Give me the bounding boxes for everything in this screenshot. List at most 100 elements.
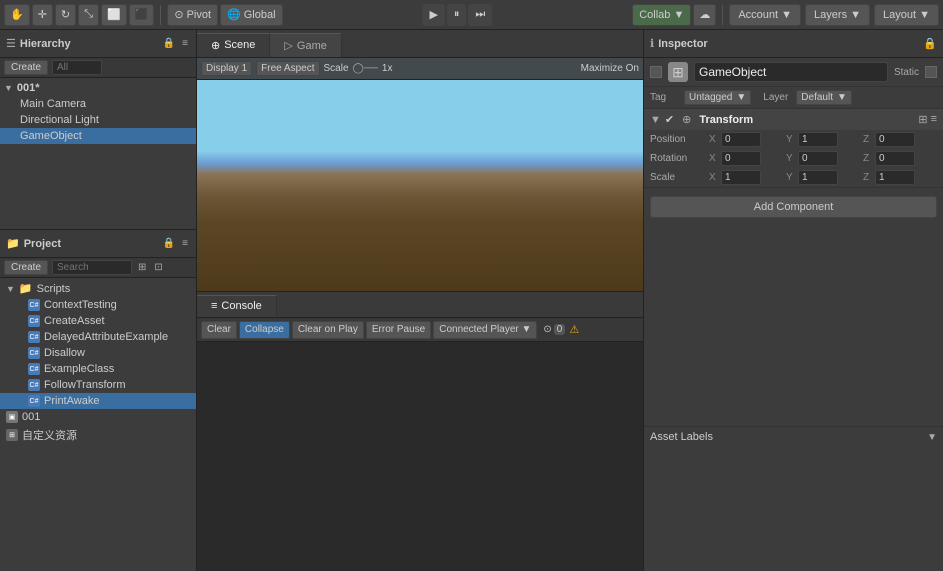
position-z-input[interactable]: [875, 132, 915, 147]
scale-x-input[interactable]: [721, 170, 761, 185]
layout-label: Layout ▼: [883, 9, 930, 21]
hand-tool-button[interactable]: ✋: [4, 4, 30, 26]
inspector-lock-icon: 🔒: [923, 37, 937, 50]
tab-game[interactable]: ▷ Game: [270, 33, 341, 57]
project-item-001[interactable]: ▣ 001: [0, 409, 196, 425]
scale-label: Scale: [650, 172, 705, 183]
transform-settings-icon[interactable]: ⊞: [918, 113, 927, 126]
hierarchy-item-main-camera[interactable]: Main Camera: [0, 96, 196, 112]
static-checkbox[interactable]: [925, 66, 937, 78]
project-lock-button[interactable]: 🔒: [161, 237, 177, 250]
console-clear-on-play-button[interactable]: Clear on Play: [292, 321, 364, 339]
tab-console[interactable]: ≡ Console: [197, 295, 277, 317]
scale-z-input[interactable]: [875, 170, 915, 185]
position-x-input[interactable]: [721, 132, 761, 147]
collab-button[interactable]: Collab ▼: [632, 4, 691, 26]
project-item-custom-asset[interactable]: ⊞ 自定义资源: [0, 425, 196, 445]
project-item-print-awake[interactable]: C# PrintAwake: [0, 393, 196, 409]
scene-view-toolbar: Display 1 Free Aspect Scale ◯── 1x Maxim…: [197, 58, 643, 80]
cloud-button[interactable]: ☁: [693, 4, 716, 26]
hierarchy-item-gameobject[interactable]: GameObject: [0, 128, 196, 144]
display-dropdown[interactable]: Display 1: [201, 61, 252, 76]
rotation-inputs: X Y Z: [709, 151, 937, 166]
console-tabs: ≡ Console: [197, 292, 643, 318]
project-title: Project: [24, 238, 61, 250]
hierarchy-create-label: Create: [11, 62, 41, 73]
gameobject-active-checkbox[interactable]: [650, 66, 662, 78]
rect-tool-button[interactable]: ⬜: [101, 4, 127, 26]
scale-x-label: X: [709, 172, 719, 183]
create-asset-label: CreateAsset: [44, 315, 105, 327]
transform-header[interactable]: ▼ ✔ ⊕ Transform ⊞ ≡: [644, 109, 943, 130]
display-label: Display 1: [206, 63, 247, 74]
play-button[interactable]: ▶: [422, 4, 444, 26]
layers-button[interactable]: Layers ▼: [805, 4, 870, 26]
console-error-pause-button[interactable]: Error Pause: [366, 321, 431, 339]
gameobject-label: GameObject: [20, 130, 82, 142]
hierarchy-search-input[interactable]: [52, 60, 102, 75]
aspect-dropdown[interactable]: Free Aspect: [256, 61, 319, 76]
account-button[interactable]: Account ▼: [729, 4, 801, 26]
scene-tab-icon: ⊕: [211, 39, 220, 52]
project-menu-button[interactable]: ≡: [180, 237, 190, 250]
project-item-delayed[interactable]: C# DelayedAttributeExample: [0, 329, 196, 345]
inspector-title: Inspector: [658, 38, 708, 50]
transform-icon: ⊕: [682, 113, 691, 126]
project-item-follow-transform[interactable]: C# FollowTransform: [0, 377, 196, 393]
rotation-z-input[interactable]: [875, 151, 915, 166]
project-item-create-asset[interactable]: C# CreateAsset: [0, 313, 196, 329]
transform-component-icons: ⊞ ≡: [918, 113, 937, 126]
project-create-button[interactable]: Create: [4, 260, 48, 275]
rotate-tool-button[interactable]: ↻: [55, 4, 76, 26]
scale-y-group: Y: [786, 170, 860, 185]
hierarchy-scene-root[interactable]: ▼ 001*: [0, 80, 196, 96]
transform-copy-icon[interactable]: ≡: [931, 113, 937, 126]
hierarchy-menu-button[interactable]: ≡: [180, 37, 190, 50]
tag-dropdown-arrow: ▼: [736, 92, 746, 103]
project-item-disallow[interactable]: C# Disallow: [0, 345, 196, 361]
position-y-label: Y: [786, 134, 796, 145]
hierarchy-create-button[interactable]: Create: [4, 60, 48, 75]
console-toolbar: Clear Collapse Clear on Play Error Pause…: [197, 318, 643, 342]
scale-y-input[interactable]: [798, 170, 838, 185]
pivot-button[interactable]: ⊙ Pivot: [167, 4, 218, 26]
step-button[interactable]: ⏭: [468, 4, 492, 26]
add-component-button[interactable]: Add Component: [650, 196, 937, 218]
project-panel: 📁 Project 🔒 ≡ Create ⊞ ⊡ ▼ 📁: [0, 230, 196, 571]
static-label: Static: [894, 67, 919, 78]
pause-button[interactable]: ⏸: [447, 4, 467, 26]
scale-z-group: Z: [863, 170, 937, 185]
tab-scene[interactable]: ⊕ Scene: [197, 33, 270, 57]
project-filter-button[interactable]: ⊡: [152, 261, 164, 274]
layer-dropdown[interactable]: Default ▼: [796, 90, 852, 105]
rotation-y-input[interactable]: [798, 151, 838, 166]
project-item-scripts[interactable]: ▼ 📁 Scripts: [0, 280, 196, 297]
project-item-example-class[interactable]: C# ExampleClass: [0, 361, 196, 377]
layout-button[interactable]: Layout ▼: [874, 4, 939, 26]
custom-asset-label: 自定义资源: [22, 427, 77, 443]
count-value: 0: [554, 324, 566, 335]
hierarchy-lock-button[interactable]: 🔒: [161, 37, 177, 50]
tag-dropdown[interactable]: Untagged ▼: [684, 90, 751, 105]
position-x-group: X: [709, 132, 783, 147]
console-clear-button[interactable]: Clear: [201, 321, 237, 339]
transform-tool-button[interactable]: ⬛: [129, 4, 155, 26]
rotation-x-input[interactable]: [721, 151, 761, 166]
rotation-y-group: Y: [786, 151, 860, 166]
gameobject-name-field[interactable]: GameObject: [694, 62, 888, 82]
top-toolbar: ✋ ✛ ↻ ⤡ ⬜ ⬛ ⊙ Pivot 🌐 Global ▶ ⏸ ⏭ Colla…: [0, 0, 943, 30]
console-collapse-button[interactable]: Collapse: [239, 321, 290, 339]
project-create-label: Create: [11, 262, 41, 273]
scale-y-label: Y: [786, 172, 796, 183]
asset-icon-custom: ⊞: [6, 429, 18, 441]
hierarchy-item-directional-light[interactable]: Directional Light: [0, 112, 196, 128]
scale-tool-button[interactable]: ⤡: [78, 4, 99, 26]
connected-player-button[interactable]: Connected Player ▼: [433, 321, 537, 339]
project-view-toggle[interactable]: ⊞: [136, 261, 148, 274]
scale-z-label: Z: [863, 172, 873, 183]
project-item-context-testing[interactable]: C# ContextTesting: [0, 297, 196, 313]
project-search-input[interactable]: [52, 260, 132, 275]
move-tool-button[interactable]: ✛: [32, 4, 53, 26]
global-button[interactable]: 🌐 Global: [220, 4, 283, 26]
position-y-input[interactable]: [798, 132, 838, 147]
